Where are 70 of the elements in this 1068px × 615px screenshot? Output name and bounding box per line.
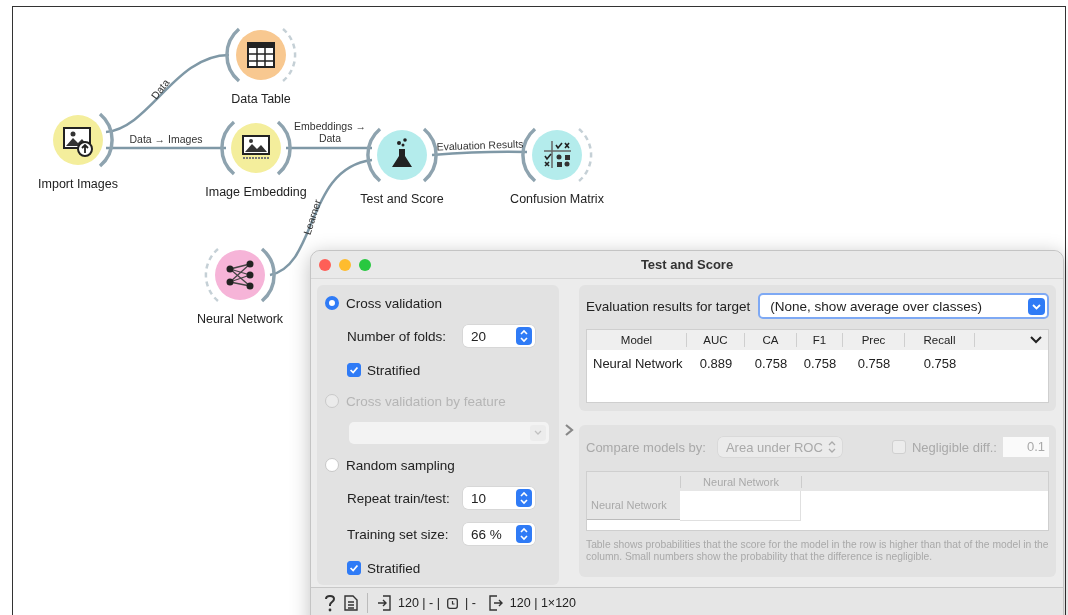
row-header: Neural Network xyxy=(587,491,680,520)
table-cell-text: 0.758 xyxy=(856,355,892,371)
stepper-icon xyxy=(516,327,532,345)
node-label: Confusion Matrix xyxy=(510,192,604,206)
output-icon[interactable] xyxy=(488,595,503,611)
input-summary: | - xyxy=(464,596,476,610)
document-icon[interactable] xyxy=(344,595,358,611)
column-header[interactable]: AUC xyxy=(687,333,745,347)
widget-node[interactable] xyxy=(53,112,114,168)
spin-box[interactable]: 10 xyxy=(463,487,535,509)
checkbox-label: Stratified xyxy=(367,560,421,576)
checkbox-label: Stratified xyxy=(367,362,421,378)
field-label: Repeat train/test: xyxy=(347,490,451,506)
chevron-right-icon[interactable] xyxy=(564,423,574,437)
compare-label: Compare models by: xyxy=(586,439,706,455)
table-cell-text: 0.889 xyxy=(698,355,734,371)
widget-node[interactable] xyxy=(204,247,276,303)
checkbox-label: Negligible diff.: xyxy=(911,439,997,455)
link-label: Evaluation Results xyxy=(436,137,524,153)
table-cell-text: 0.758 xyxy=(753,355,789,371)
node-label: Image Embedding xyxy=(205,185,307,199)
column-header: Neural Network xyxy=(680,475,802,488)
radio-button[interactable] xyxy=(325,458,339,472)
column-header[interactable]: CA xyxy=(745,333,797,347)
spin-box[interactable]: 66 % xyxy=(463,523,535,545)
table-cell-text: 0.758 xyxy=(802,355,838,371)
image-upload-icon xyxy=(63,127,93,157)
target-label: Evaluation results for target xyxy=(586,298,751,314)
link-label: Embeddings → Data xyxy=(293,120,367,144)
radio-label: Random sampling xyxy=(346,457,455,473)
widget-node[interactable] xyxy=(521,127,593,183)
input-summary: 120 | - | xyxy=(398,596,440,610)
input-icon[interactable] xyxy=(377,595,391,611)
matrix-icon xyxy=(543,140,572,169)
chevron-down-icon xyxy=(1028,297,1045,315)
stepper-icon xyxy=(516,489,532,507)
chevron-down-icon xyxy=(530,425,546,441)
field-label: Training set size: xyxy=(347,526,450,542)
field-label: Number of folds: xyxy=(347,328,448,344)
window-title: Test and Score xyxy=(640,257,734,272)
chevron-down-icon[interactable] xyxy=(1030,336,1042,344)
target-dropdown[interactable]: (None, show average over classes) xyxy=(758,293,1049,319)
column-header[interactable]: Prec xyxy=(843,333,905,347)
spin-box[interactable]: 20 xyxy=(463,325,535,347)
checkbox[interactable] xyxy=(347,363,361,377)
column-header[interactable]: F1 xyxy=(797,333,843,347)
output-summary: 120 | 1×120 xyxy=(509,596,576,610)
node-label: Neural Network xyxy=(196,312,284,326)
network-icon xyxy=(226,260,254,290)
clock-icon xyxy=(446,597,458,609)
node-label: Import Images xyxy=(38,177,118,191)
table-icon xyxy=(247,42,275,68)
help-icon[interactable] xyxy=(323,594,337,612)
widget-node[interactable] xyxy=(366,127,438,183)
flask-icon xyxy=(392,138,412,167)
widget-node[interactable] xyxy=(220,120,292,176)
link-label: Data → Images xyxy=(129,133,203,145)
up-down-icon xyxy=(827,441,836,453)
table-cell-text: 0.758 xyxy=(922,355,958,371)
image-icon xyxy=(242,135,270,159)
widget-node[interactable] xyxy=(225,27,297,83)
stepper-icon xyxy=(516,525,532,543)
column-header[interactable]: Recall xyxy=(905,333,975,347)
node-label: Test and Score xyxy=(360,192,444,206)
radio-button[interactable] xyxy=(325,296,339,310)
checkbox[interactable] xyxy=(347,561,361,575)
node-label: Data Table xyxy=(231,92,291,106)
table-cell-text: Neural Network xyxy=(592,355,684,371)
column-header[interactable]: Model xyxy=(587,333,687,347)
radio-label: Cross validation xyxy=(346,295,443,311)
